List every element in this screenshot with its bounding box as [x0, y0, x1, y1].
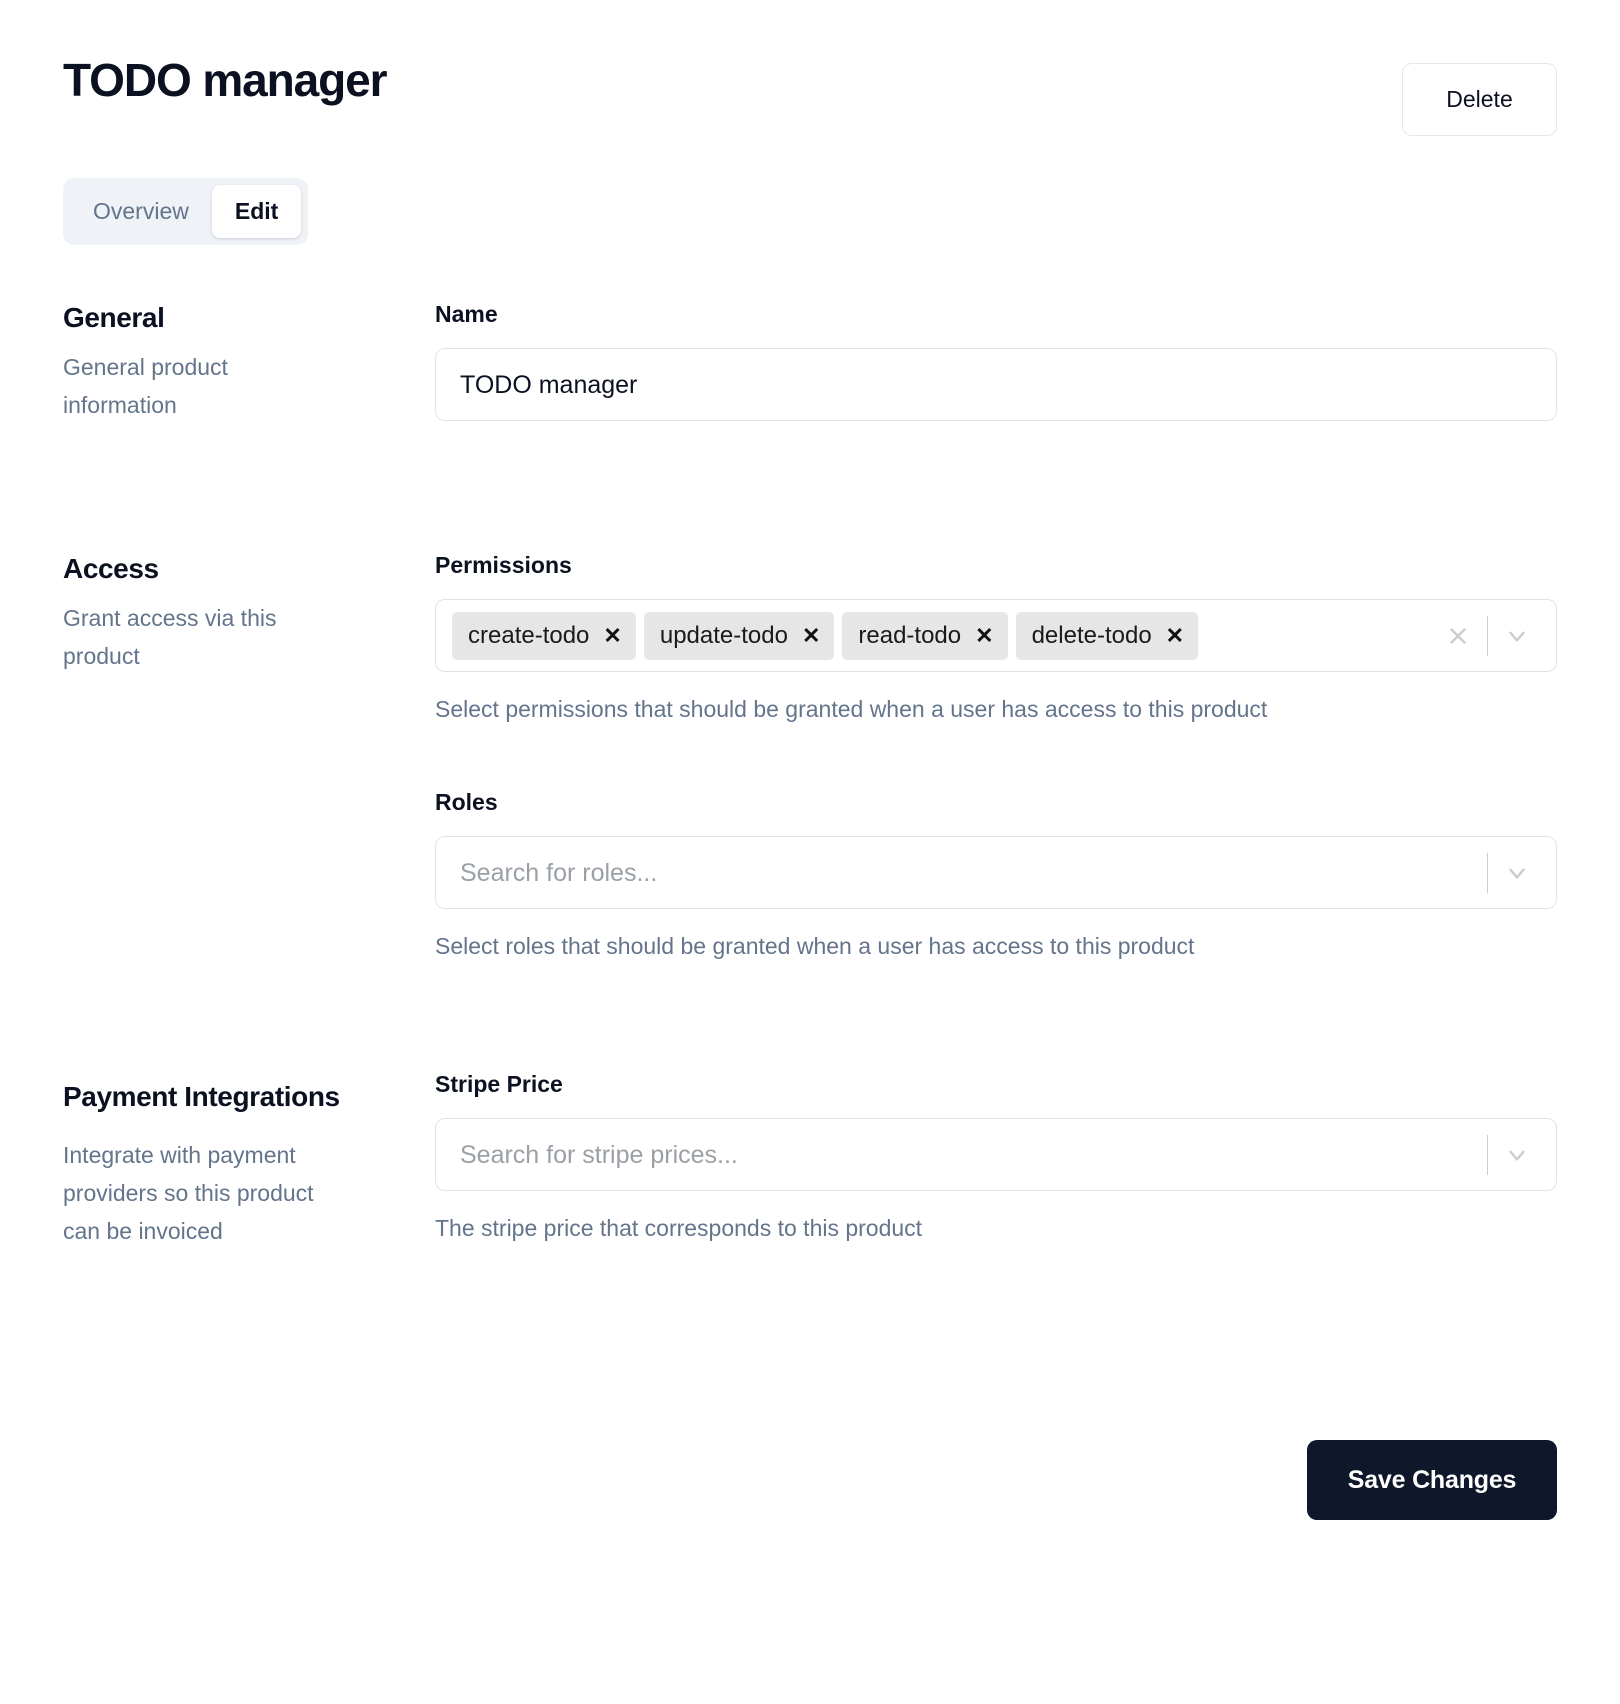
chip-remove-icon[interactable]: ✕ [802, 624, 820, 647]
name-input-value: TODO manager [460, 370, 638, 399]
clear-all-icon[interactable] [1435, 613, 1481, 659]
chevron-down-icon[interactable] [1494, 1132, 1540, 1178]
section-payment-description: Integrate with payment providers so this… [63, 1142, 314, 1244]
roles-label: Roles [435, 789, 498, 815]
stripe-price-placeholder: Search for stripe prices... [460, 1140, 738, 1169]
section-payment-header: Payment Integrations Integrate with paym… [63, 1070, 363, 1250]
field-stripe-price: Stripe Price Search for stripe prices...… [435, 1070, 1557, 1243]
section-general-description: General product information [63, 354, 228, 418]
roles-controls [1469, 850, 1540, 896]
tab-edit[interactable]: Edit [211, 185, 302, 238]
permission-chip[interactable]: create-todo ✕ [452, 611, 636, 660]
roles-select[interactable]: Search for roles... [435, 836, 1557, 909]
section-general-title: General [63, 302, 165, 333]
name-input[interactable]: TODO manager [435, 348, 1557, 421]
page-header: TODO manager Delete [63, 52, 1557, 152]
control-divider [1487, 615, 1488, 656]
chip-remove-icon[interactable]: ✕ [975, 624, 993, 647]
field-permissions: Permissions create-todo ✕ update-todo ✕ … [435, 551, 1557, 724]
roles-placeholder: Search for roles... [460, 858, 658, 887]
permission-chip-label: delete-todo [1031, 621, 1152, 649]
field-name: Name TODO manager [435, 300, 1557, 421]
roles-help-text: Select roles that should be granted when… [435, 933, 1195, 959]
stripe-price-controls [1469, 1132, 1540, 1178]
section-access-fields: Permissions create-todo ✕ update-todo ✕ … [435, 551, 1557, 961]
control-divider [1487, 852, 1488, 893]
product-edit-page: TODO manager Delete Overview Edit Genera… [0, 0, 1620, 1704]
chip-remove-icon[interactable]: ✕ [603, 624, 621, 647]
stripe-price-label: Stripe Price [435, 1071, 563, 1097]
delete-button[interactable]: Delete [1402, 63, 1557, 136]
chevron-down-icon[interactable] [1494, 850, 1540, 896]
stripe-price-help-text: The stripe price that corresponds to thi… [435, 1215, 923, 1241]
permissions-label: Permissions [435, 552, 572, 578]
chevron-down-icon[interactable] [1494, 613, 1540, 659]
tab-bar: Overview Edit [63, 178, 309, 245]
section-general-fields: Name TODO manager [435, 300, 1557, 421]
permissions-help-text: Select permissions that should be grante… [435, 696, 1268, 722]
section-access-header: Access Grant access via this product [63, 551, 363, 675]
name-label: Name [435, 301, 498, 327]
section-payment-fields: Stripe Price Search for stripe prices...… [435, 1070, 1557, 1243]
page-title: TODO manager [63, 54, 387, 106]
chip-remove-icon[interactable]: ✕ [1166, 624, 1184, 647]
stripe-price-select[interactable]: Search for stripe prices... [435, 1118, 1557, 1191]
permissions-chip-list: create-todo ✕ update-todo ✕ read-todo ✕ [452, 605, 1423, 667]
permissions-controls [1423, 613, 1540, 659]
save-changes-button[interactable]: Save Changes [1307, 1440, 1557, 1520]
permission-chip[interactable]: read-todo ✕ [842, 611, 1008, 660]
section-payment-title: Payment Integrations [63, 1081, 340, 1112]
permissions-multiselect[interactable]: create-todo ✕ update-todo ✕ read-todo ✕ [435, 599, 1557, 672]
permission-chip[interactable]: update-todo ✕ [643, 611, 835, 660]
permission-chip[interactable]: delete-todo ✕ [1015, 611, 1199, 660]
control-divider [1487, 1134, 1488, 1175]
permission-chip-label: read-todo [858, 621, 962, 649]
field-roles: Roles Search for roles... Select roles t… [435, 788, 1557, 961]
section-general-header: General General product information [63, 300, 363, 424]
tab-overview[interactable]: Overview [70, 185, 212, 238]
permission-chip-label: update-todo [659, 621, 788, 649]
section-access-title: Access [63, 553, 159, 584]
section-access-description: Grant access via this product [63, 605, 277, 669]
permission-chip-label: create-todo [468, 621, 590, 649]
